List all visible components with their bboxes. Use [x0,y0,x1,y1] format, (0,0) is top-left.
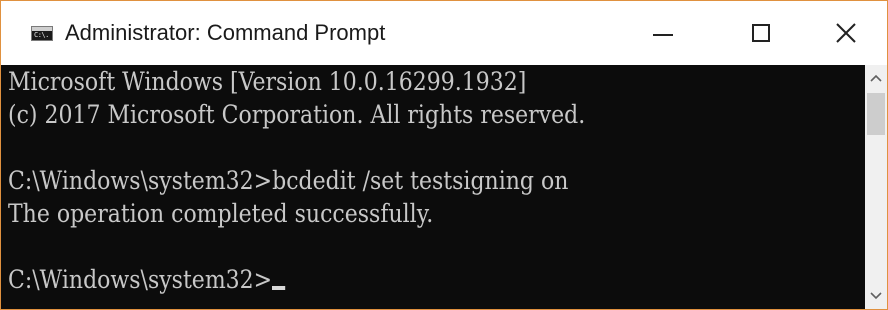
minimize-button[interactable] [619,1,707,65]
console-prompt: C:\Windows\system32> [8,265,273,294]
command-prompt-icon[interactable]: C:\. [31,26,53,41]
console-line-command: C:\Windows\system32>bcdedit /set testsig… [8,166,569,195]
console-output[interactable]: Microsoft Windows [Version 10.0.16299.19… [1,65,865,309]
scroll-down-button[interactable] [865,285,887,307]
scrollbar-thumb[interactable] [867,93,885,135]
app-icon-glyph: C:\. [34,31,49,39]
maximize-icon [752,24,770,42]
text-cursor [272,286,286,290]
command-prompt-window: C:\. Administrator: Command Prompt Micro… [0,0,888,310]
close-icon [836,23,856,43]
chevron-up-icon [870,74,882,82]
chevron-down-icon [870,292,882,300]
title-bar[interactable]: C:\. Administrator: Command Prompt [1,1,887,65]
console-line-result: The operation completed successfully. [8,199,434,228]
maximize-button[interactable] [717,1,805,65]
scroll-up-button[interactable] [865,67,887,89]
window-title: Administrator: Command Prompt [65,20,386,45]
console-line-version: Microsoft Windows [Version 10.0.16299.19… [8,67,527,96]
close-button[interactable] [805,1,887,65]
minimize-icon [653,34,673,36]
console-prompt-line[interactable]: C:\Windows\system32> [8,265,286,295]
console-line-copyright: (c) 2017 Microsoft Corporation. All righ… [8,100,586,129]
vertical-scrollbar[interactable] [865,65,887,309]
